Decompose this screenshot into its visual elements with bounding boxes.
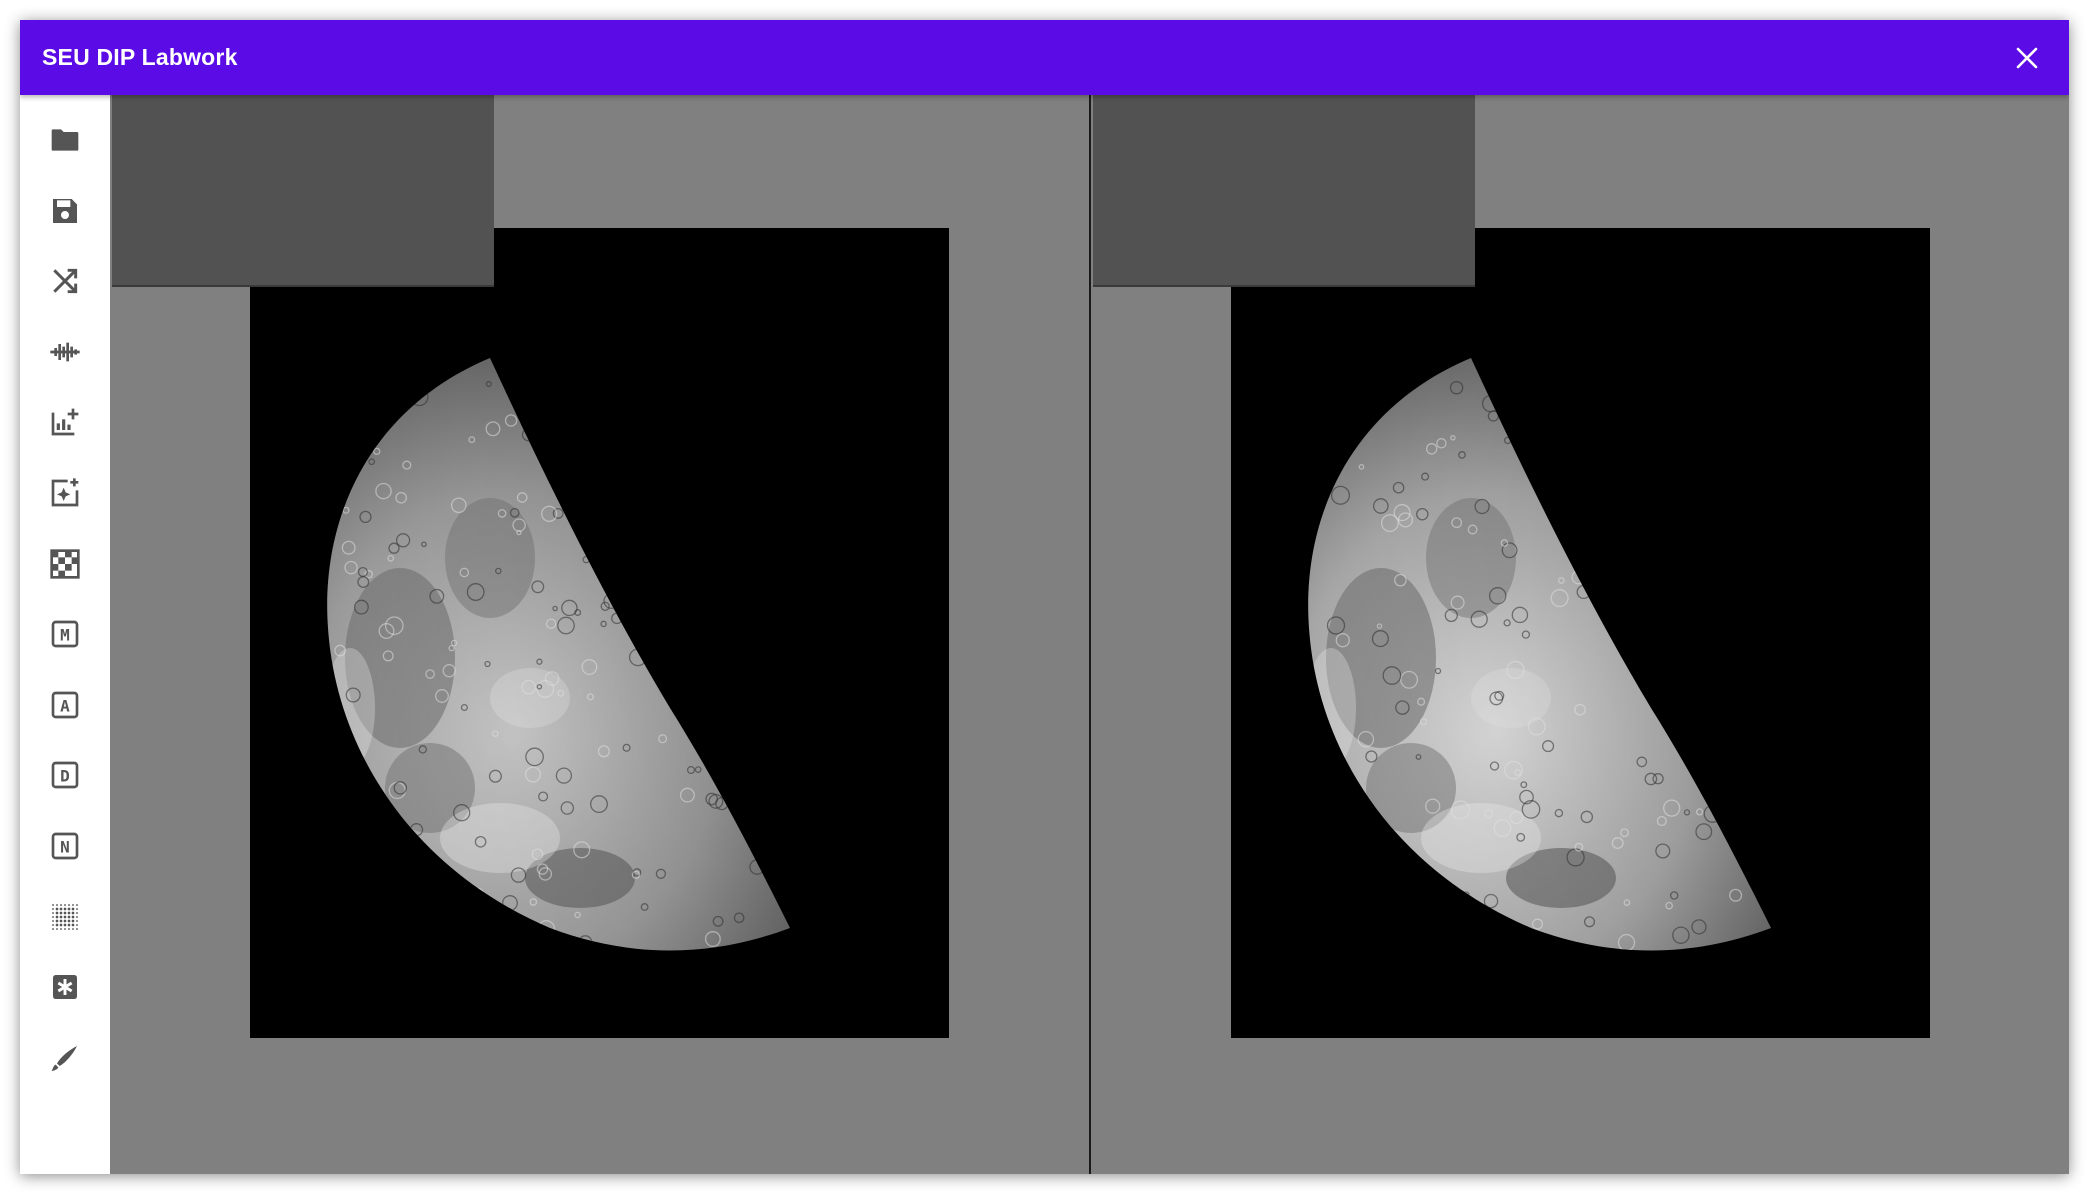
letter-d-icon: D: [51, 762, 79, 789]
brush-icon: [51, 1045, 77, 1072]
enhance-button[interactable]: [40, 468, 90, 518]
checkerboard-button[interactable]: [40, 539, 90, 589]
processed-image-pane[interactable]: [1091, 95, 2069, 1174]
letter-n-icon: N: [51, 832, 79, 860]
m-tool-button[interactable]: M: [40, 609, 90, 659]
window-title: SEU DIP Labwork: [42, 44, 238, 70]
svg-text:M: M: [60, 626, 70, 645]
moon-image: [250, 228, 949, 1038]
n-tool-button[interactable]: N: [40, 821, 90, 871]
title-bar: SEU DIP Labwork: [20, 20, 2069, 95]
original-moon-image: [250, 228, 949, 1038]
save-icon: [53, 198, 77, 223]
info-overlay: [112, 95, 494, 287]
checkerboard-icon: [50, 548, 80, 579]
svg-text:A: A: [60, 696, 70, 715]
histogram-button[interactable]: [40, 397, 90, 447]
original-image-pane[interactable]: [110, 95, 1089, 1174]
letter-a-icon: A: [51, 691, 79, 719]
app-window: SEU DIP Labwork M A D N: [20, 20, 2069, 1174]
tool-sidebar: M A D N: [20, 95, 110, 1174]
dot-grid-icon: [52, 903, 78, 930]
close-icon: [2016, 47, 2038, 68]
letter-m-icon: M: [51, 620, 79, 648]
waveform-button[interactable]: [40, 327, 90, 377]
brush-button[interactable]: [40, 1033, 90, 1083]
asterisk-tool-button[interactable]: [40, 962, 90, 1012]
open-image-button[interactable]: [40, 115, 90, 165]
close-button[interactable]: [2007, 38, 2047, 78]
workspace: [110, 95, 2069, 1174]
info-overlay: [1093, 95, 1475, 287]
svg-text:D: D: [60, 767, 70, 786]
enhance-icon: [51, 478, 79, 507]
dot-grid-button[interactable]: [40, 892, 90, 942]
d-tool-button[interactable]: D: [40, 750, 90, 800]
shuffle-icon: [53, 269, 78, 294]
a-tool-button[interactable]: A: [40, 680, 90, 730]
histogram-add-icon: [51, 409, 79, 436]
shuffle-button[interactable]: [40, 256, 90, 306]
svg-text:N: N: [60, 838, 70, 857]
asterisk-box-icon: [53, 975, 77, 1000]
processed-moon-image: [1231, 228, 1930, 1038]
moon-image: [1231, 228, 1930, 1038]
save-image-button[interactable]: [40, 186, 90, 236]
folder-icon: [51, 129, 79, 151]
waveform-icon: [50, 342, 80, 362]
